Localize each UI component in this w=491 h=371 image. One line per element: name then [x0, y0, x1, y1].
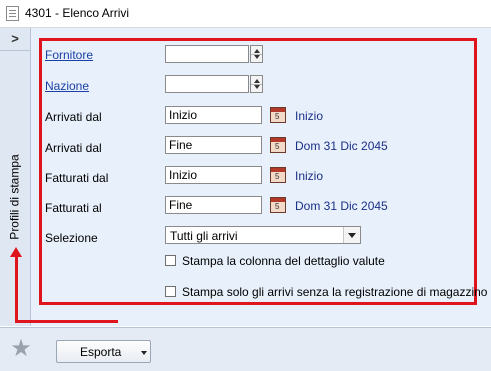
arrivati-al-input[interactable] [165, 136, 262, 154]
tab-profili-di-stampa-label: Profili di stampa [8, 154, 22, 240]
check-magazzino-label: Stampa solo gli arrivi senza la registra… [182, 285, 488, 299]
export-button[interactable]: Esporta [56, 340, 151, 363]
fatturati-al-label: Fatturati al [45, 201, 102, 215]
check-magazzino-checkbox[interactable] [165, 286, 176, 297]
window-title: 4301 - Elenco Arrivi [25, 6, 130, 20]
title-bar: 4301 - Elenco Arrivi [0, 0, 491, 28]
arrivati-dal-label: Arrivati dal [45, 110, 102, 124]
fornitore-link[interactable]: Fornitore [45, 48, 93, 62]
fatturati-dal-date-text: Inizio [295, 169, 324, 183]
selezione-select[interactable]: Tutti gli arrivi [165, 226, 361, 244]
annotation-arrow-shaft [15, 256, 18, 323]
nazione-spinner-icon[interactable] [250, 75, 263, 93]
arrivati-al-date-text: Dom 31 Dic 2045 [295, 139, 388, 153]
check-valute-label: Stampa la colonna del dettaglio valute [182, 254, 385, 268]
check-valute-checkbox[interactable] [165, 255, 176, 266]
nazione-input[interactable] [165, 75, 249, 93]
annotation-arrow-line [15, 320, 118, 323]
annotation-arrow-head [10, 247, 22, 257]
selezione-label: Selezione [45, 231, 98, 245]
fornitore-input[interactable] [165, 45, 249, 63]
fatturati-al-date-text: Dom 31 Dic 2045 [295, 199, 388, 213]
nazione-link[interactable]: Nazione [45, 79, 89, 93]
chevron-down-icon[interactable] [343, 227, 360, 243]
fatturati-dal-input[interactable] [165, 166, 262, 184]
document-icon [6, 6, 19, 21]
bottom-toolbar: ★ Esporta [0, 327, 491, 371]
arrivati-al-label: Arrivati dal [45, 141, 102, 155]
arrivati-dal-date-text: Inizio [295, 109, 324, 123]
calendar-icon[interactable] [270, 197, 286, 213]
star-icon[interactable]: ★ [8, 336, 34, 362]
fornitore-spinner-icon[interactable] [250, 45, 263, 63]
selezione-value: Tutti gli arrivi [170, 229, 238, 243]
calendar-icon[interactable] [270, 107, 286, 123]
chevron-down-icon[interactable] [141, 351, 147, 355]
arrivati-dal-input[interactable] [165, 106, 262, 124]
side-panel-toggle[interactable]: > [0, 28, 30, 51]
calendar-icon[interactable] [270, 137, 286, 153]
fatturati-dal-label: Fatturati dal [45, 171, 109, 185]
fatturati-al-input[interactable] [165, 196, 262, 214]
export-button-label: Esporta [80, 345, 122, 359]
calendar-icon[interactable] [270, 167, 286, 183]
